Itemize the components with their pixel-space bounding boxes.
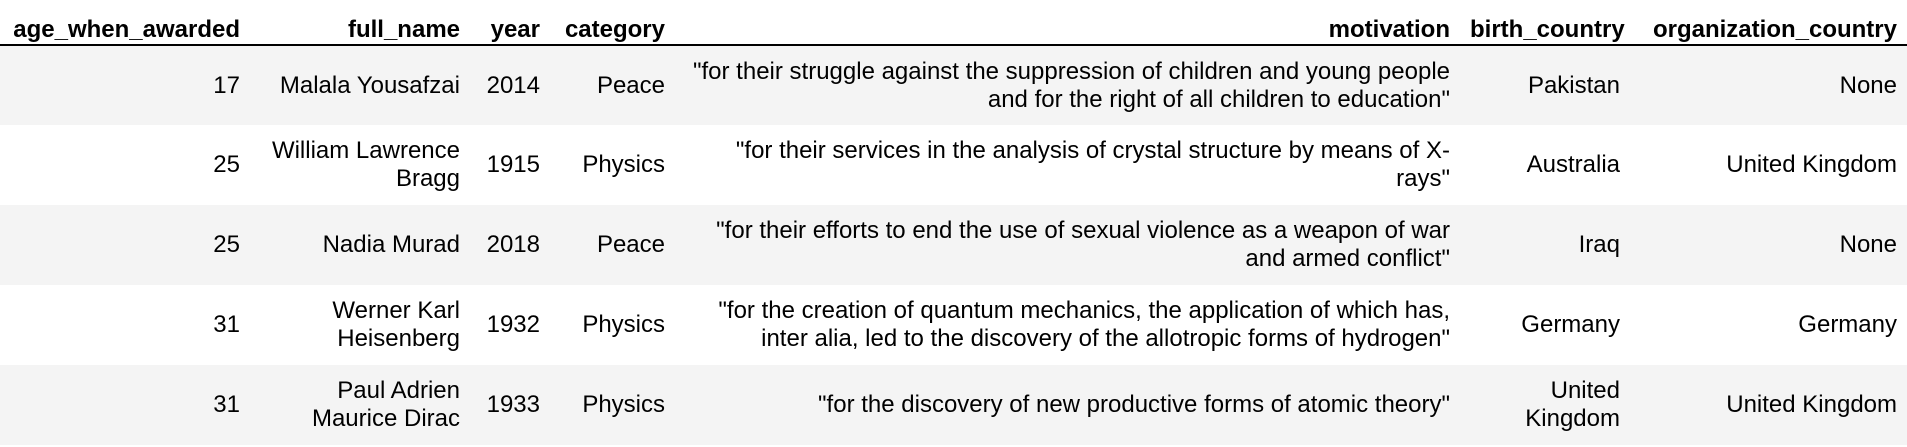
column-header-category: category bbox=[550, 0, 675, 46]
cell-full-name: Werner Karl Heisenberg bbox=[250, 285, 470, 365]
cell-birth-country: United Kingdom bbox=[1460, 365, 1630, 445]
cell-year: 1915 bbox=[470, 125, 550, 205]
cell-full-name: Malala Yousafzai bbox=[250, 45, 470, 125]
cell-category: Physics bbox=[550, 125, 675, 205]
column-header-age-when-awarded: age_when_awarded bbox=[0, 0, 250, 46]
cell-category: Physics bbox=[550, 365, 675, 445]
cell-full-name: Nadia Murad bbox=[250, 205, 470, 285]
cell-motivation: "for the discovery of new productive for… bbox=[675, 365, 1460, 445]
cell-organization-country: Germany bbox=[1630, 285, 1907, 365]
cell-organization-country: United Kingdom bbox=[1630, 365, 1907, 445]
cell-year: 2014 bbox=[470, 45, 550, 125]
cell-age-when-awarded: 31 bbox=[0, 285, 250, 365]
cell-year: 2018 bbox=[470, 205, 550, 285]
cell-age-when-awarded: 25 bbox=[0, 205, 250, 285]
cell-motivation: "for the creation of quantum mechanics, … bbox=[675, 285, 1460, 365]
cell-year: 1933 bbox=[470, 365, 550, 445]
column-header-year: year bbox=[470, 0, 550, 46]
dataframe-table: age_when_awarded full_name year category… bbox=[0, 0, 1907, 445]
cell-motivation: "for their efforts to end the use of sex… bbox=[675, 205, 1460, 285]
cell-category: Peace bbox=[550, 205, 675, 285]
cell-birth-country: Australia bbox=[1460, 125, 1630, 205]
table-row: 31 Paul Adrien Maurice Dirac 1933 Physic… bbox=[0, 365, 1907, 445]
cell-age-when-awarded: 25 bbox=[0, 125, 250, 205]
cell-category: Peace bbox=[550, 45, 675, 125]
cell-organization-country: None bbox=[1630, 205, 1907, 285]
column-header-motivation: motivation bbox=[675, 0, 1460, 46]
cell-birth-country: Germany bbox=[1460, 285, 1630, 365]
cell-organization-country: United Kingdom bbox=[1630, 125, 1907, 205]
cell-organization-country: None bbox=[1630, 45, 1907, 125]
cell-age-when-awarded: 17 bbox=[0, 45, 250, 125]
column-header-full-name: full_name bbox=[250, 0, 470, 46]
cell-year: 1932 bbox=[470, 285, 550, 365]
cell-birth-country: Pakistan bbox=[1460, 45, 1630, 125]
cell-motivation: "for their services in the analysis of c… bbox=[675, 125, 1460, 205]
column-header-birth-country: birth_country bbox=[1460, 0, 1630, 46]
table-row: 25 Nadia Murad 2018 Peace "for their eff… bbox=[0, 205, 1907, 285]
table-row: 17 Malala Yousafzai 2014 Peace "for thei… bbox=[0, 45, 1907, 125]
cell-motivation: "for their struggle against the suppress… bbox=[675, 45, 1460, 125]
column-header-organization-country: organization_country bbox=[1630, 0, 1907, 46]
table-row: 31 Werner Karl Heisenberg 1932 Physics "… bbox=[0, 285, 1907, 365]
cell-full-name: Paul Adrien Maurice Dirac bbox=[250, 365, 470, 445]
header-row: age_when_awarded full_name year category… bbox=[0, 0, 1907, 46]
cell-full-name: William Lawrence Bragg bbox=[250, 125, 470, 205]
table-row: 25 William Lawrence Bragg 1915 Physics "… bbox=[0, 125, 1907, 205]
cell-category: Physics bbox=[550, 285, 675, 365]
cell-birth-country: Iraq bbox=[1460, 205, 1630, 285]
cell-age-when-awarded: 31 bbox=[0, 365, 250, 445]
